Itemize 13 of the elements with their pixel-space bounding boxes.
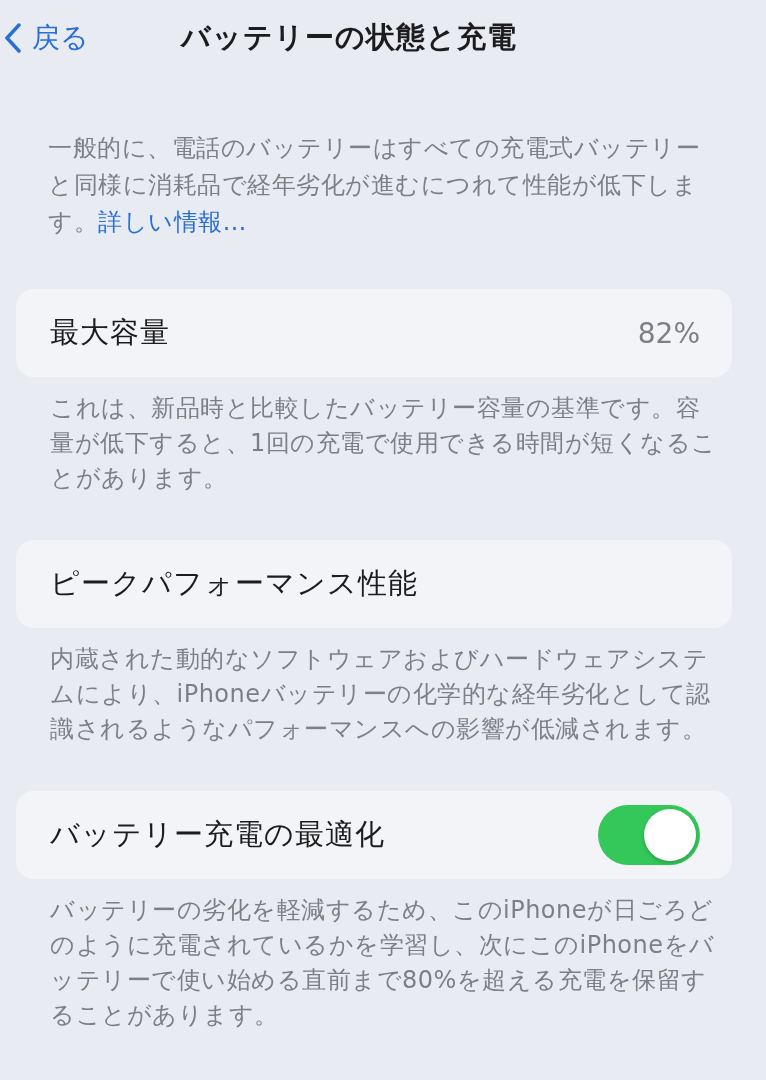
page-title: バッテリーの状態と充電 [181,19,517,56]
row-label: バッテリー充電の最適化 [50,816,385,853]
section-footer-text: バッテリーの劣化を軽減するため、このiPhoneが日ごろどのように充電されているかを学習し、次にこのiPhoneをバッテリーで使い始める直前まで80%を超える充電を保留することがあります。 [49,895,716,1031]
row-label: 最大容量 [50,314,170,351]
section-footer-text: これは、新品時と比較したバッテリー容量の基準です。容量が低下すると、1回の充電で使用できる時間が短くなることがあります。 [49,393,718,494]
toggle-switch[interactable] [598,805,700,865]
row-label: ピークパフォーマンス性能 [50,565,418,602]
row-value: 82% [637,316,700,350]
chevron-left-icon [4,23,22,53]
section-footer-text: 内蔵された動的なソフトウェアおよびハードウェアシステムにより、iPhoneバッテリーの化学的な経年劣化として認識されるようなパフォーマンスへの影響が低減されます。 [49,644,712,745]
intro-text: 一般的に、電話のバッテリーはすべての充電式バッテリーと同様に消耗品で経年劣化が進むにつれて性能が低下します。詳しい情報… [48,133,701,238]
back-button[interactable]: 戻る [4,19,89,57]
learn-more-link[interactable]: 詳しい情報… [98,208,247,236]
